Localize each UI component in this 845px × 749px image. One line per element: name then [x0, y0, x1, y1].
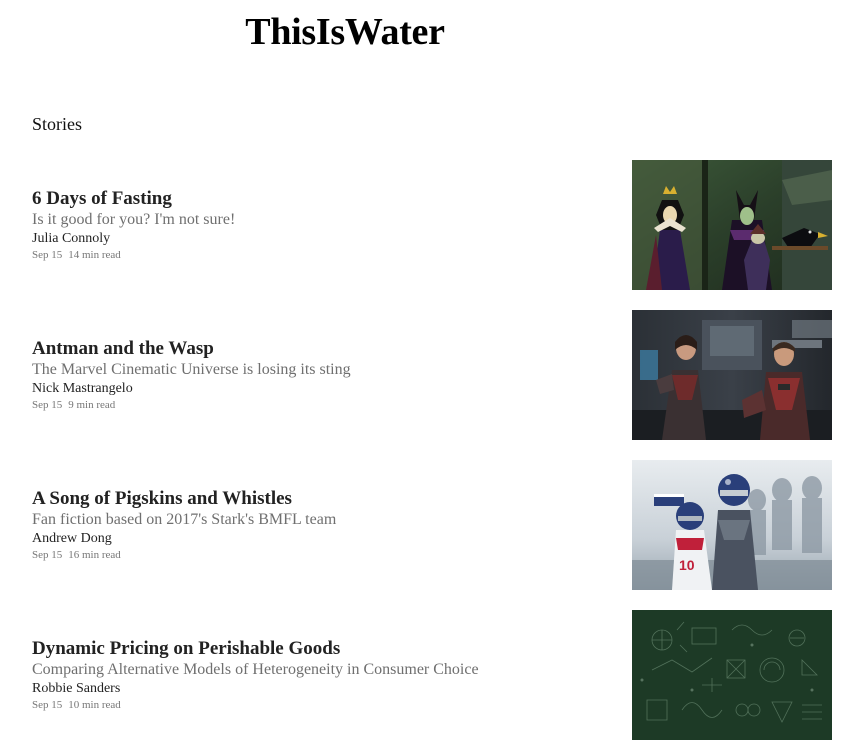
story-read-time: 9 min read [68, 398, 116, 411]
story-meta: Sep 15 14 min read [32, 248, 612, 263]
story-card[interactable]: Antman and the Wasp The Marvel Cinematic… [0, 310, 845, 440]
story-card[interactable]: A Song of Pigskins and Whistles Fan fict… [0, 460, 845, 590]
chalkboard-doodles-image[interactable] [632, 610, 832, 740]
story-meta: Sep 15 10 min read [32, 698, 612, 713]
story-title[interactable]: Dynamic Pricing on Perishable Goods [32, 638, 612, 660]
story-title[interactable]: A Song of Pigskins and Whistles [32, 488, 612, 510]
story-title[interactable]: Antman and the Wasp [32, 338, 612, 360]
villains-cartoon-image[interactable] [632, 160, 832, 290]
story-author[interactable]: Robbie Sanders [32, 680, 612, 697]
superheroes-movie-still-image[interactable] [632, 310, 832, 440]
story-read-time: 16 min read [68, 548, 121, 561]
football-players-image[interactable]: 10 [632, 460, 832, 590]
story-date: Sep 15 [32, 248, 63, 261]
story-author[interactable]: Nick Mastrangelo [32, 380, 612, 397]
story-read-time: 10 min read [68, 698, 121, 711]
story-date: Sep 15 [32, 548, 63, 561]
story-author[interactable]: Andrew Dong [32, 530, 612, 547]
story-title[interactable]: 6 Days of Fasting [32, 188, 612, 210]
story-subtitle: Is it good for you? I'm not sure! [32, 210, 236, 228]
story-date: Sep 15 [32, 398, 63, 411]
story-text: Dynamic Pricing on Perishable Goods Comp… [32, 610, 612, 740]
story-meta: Sep 15 9 min read [32, 398, 612, 413]
story-subtitle: Comparing Alternative Models of Heteroge… [32, 660, 479, 678]
site-title[interactable]: ThisIsWater [0, 8, 690, 56]
story-text: A Song of Pigskins and Whistles Fan fict… [32, 460, 612, 590]
story-date: Sep 15 [32, 698, 63, 711]
story-card[interactable]: 6 Days of Fasting Is it good for you? I'… [0, 160, 845, 290]
story-read-time: 14 min read [68, 248, 121, 261]
story-card[interactable]: Dynamic Pricing on Perishable Goods Comp… [0, 610, 845, 740]
story-subtitle: Fan fiction based on 2017's Stark's BMFL… [32, 510, 337, 528]
story-subtitle: The Marvel Cinematic Universe is losing … [32, 360, 351, 378]
section-heading: Stories [32, 114, 83, 134]
story-author[interactable]: Julia Connoly [32, 230, 612, 247]
story-text: Antman and the Wasp The Marvel Cinematic… [32, 310, 612, 440]
svg-text:10: 10 [679, 557, 695, 573]
story-text: 6 Days of Fasting Is it good for you? I'… [32, 160, 612, 290]
story-meta: Sep 15 16 min read [32, 548, 612, 563]
